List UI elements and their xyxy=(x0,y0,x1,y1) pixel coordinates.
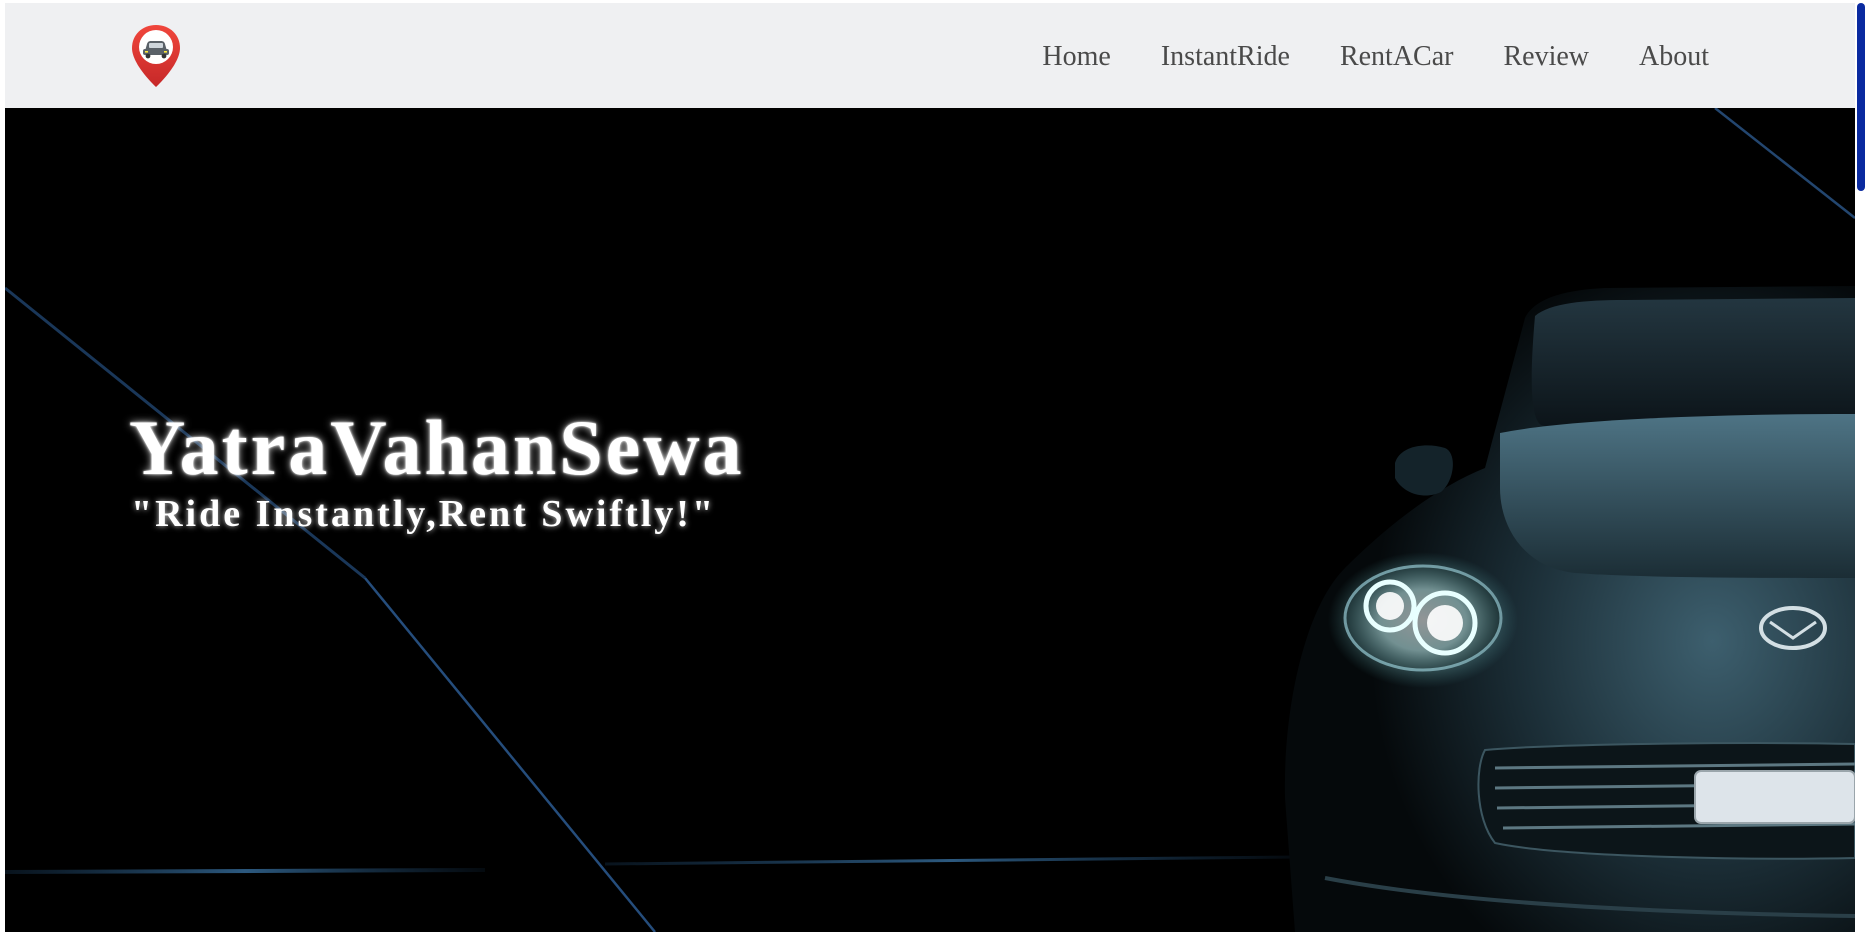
nav-links: Home InstantRide RentACar Review About xyxy=(992,41,1709,73)
nav-link-home[interactable]: Home xyxy=(1042,41,1110,73)
nav-link-rentacar[interactable]: RentACar xyxy=(1340,41,1454,73)
nav-link-about[interactable]: About xyxy=(1639,41,1709,73)
hero-title: YatraVahanSewa xyxy=(129,404,745,491)
hero-section: YatraVahanSewa "Ride Instantly,Rent Swif… xyxy=(5,108,1855,932)
page: Home InstantRide RentACar Review About Y… xyxy=(5,3,1855,932)
nav-link-instantride[interactable]: InstantRide xyxy=(1161,41,1290,73)
vertical-scrollbar[interactable] xyxy=(1855,0,1865,932)
navbar: Home InstantRide RentACar Review About xyxy=(5,3,1855,109)
scrollbar-thumb[interactable] xyxy=(1857,3,1865,191)
car-location-pin-icon[interactable] xyxy=(129,23,183,89)
nav-link-review[interactable]: Review xyxy=(1503,41,1589,73)
hero-tagline: "Ride Instantly,Rent Swiftly!" xyxy=(131,493,717,535)
